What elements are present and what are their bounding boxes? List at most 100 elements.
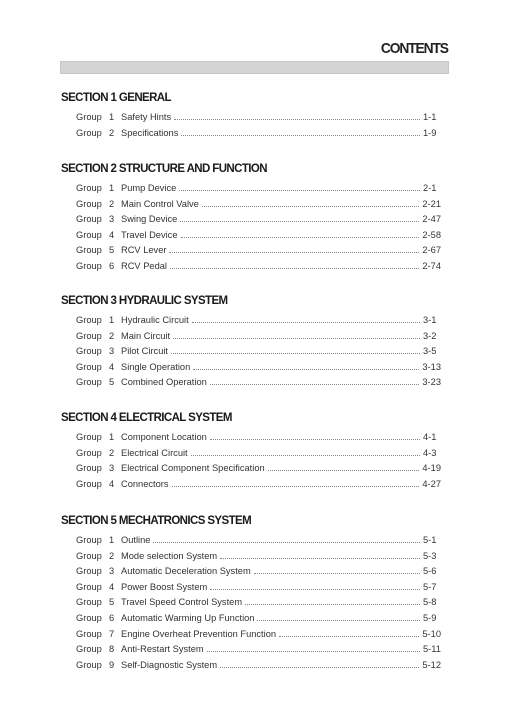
- group-number: 8: [109, 644, 115, 655]
- page-number: 2-74: [422, 260, 441, 271]
- toc-entry[interactable]: Group 6 RCV Pedal 2-74: [61, 259, 441, 275]
- page-number: 3-5: [423, 346, 437, 357]
- dot-leader: [206, 651, 420, 653]
- toc-entry[interactable]: Group 8 Anti-Restart System 5-11: [61, 642, 441, 658]
- group-number: 9: [109, 659, 115, 670]
- group-number: 4: [109, 478, 115, 489]
- group-word: Group: [76, 127, 102, 138]
- dot-leader: [171, 485, 420, 487]
- dot-leader: [257, 619, 420, 621]
- group-number: 3: [109, 463, 115, 474]
- toc-entry[interactable]: Group 4 Travel Device 2-58: [61, 228, 441, 244]
- toc-entry[interactable]: Group 2 Main Control Valve 2-21: [61, 197, 441, 213]
- entry-label: Self-Diagnostic System: [121, 659, 218, 670]
- group-number: 2: [109, 198, 115, 209]
- page-number: 5-6: [423, 566, 437, 577]
- dot-leader: [245, 604, 420, 606]
- toc-entry[interactable]: Group 1 Component Location 4-1: [61, 430, 441, 446]
- page-number: 5-7: [423, 581, 437, 592]
- entry-label: Travel Speed Control System: [121, 597, 243, 608]
- group-number: 4: [109, 581, 115, 592]
- toc-entry[interactable]: Group 9 Self-Diagnostic System 5-12: [61, 658, 441, 674]
- page-number: 3-2: [423, 330, 437, 341]
- toc-section: SECTION 4 ELECTRICAL SYSTEM Group 1 Compone…: [61, 411, 441, 492]
- section-title[interactable]: SECTION 5 MECHATRONICS SYSTEM: [61, 514, 441, 529]
- group-number: 2: [109, 447, 115, 458]
- dot-leader: [253, 573, 420, 575]
- group-word: Group: [76, 214, 102, 225]
- page-title: CONTENTS: [380, 40, 449, 57]
- group-word: Group: [76, 597, 102, 608]
- group-number: 1: [109, 112, 115, 122]
- section-title[interactable]: SECTION 1 GENERAL: [61, 91, 441, 106]
- group-number: 3: [109, 214, 115, 225]
- group-number: 4: [109, 229, 115, 240]
- toc-entry[interactable]: Group 3 Pilot Circuit 3-5: [61, 344, 441, 360]
- toc-section: SECTION 5 MECHATRONICS SYSTEM Group 1 Outli…: [61, 514, 441, 673]
- group-number: 2: [109, 127, 115, 138]
- toc-entry[interactable]: Group 3 Electrical Component Specification…: [61, 461, 441, 477]
- toc-entry[interactable]: Group 1 Hydraulic Circuit 3-1: [61, 313, 441, 329]
- entry-label: Engine Overheat Prevention Function: [121, 628, 277, 639]
- group-word: Group: [76, 432, 102, 442]
- group-word: Group: [76, 447, 102, 458]
- toc-entry[interactable]: Group 5 RCV Lever 2-67: [61, 243, 441, 259]
- section-title[interactable]: SECTION 3 HYDRAULIC SYSTEM: [61, 294, 441, 309]
- toc-entry[interactable]: Group 5 Combined Operation 3-23: [61, 375, 441, 391]
- dot-leader: [193, 368, 420, 370]
- dot-leader: [179, 190, 420, 191]
- page-number: 5-10: [422, 628, 441, 639]
- group-word: Group: [76, 566, 102, 577]
- group-word: Group: [76, 315, 102, 325]
- toc-entry[interactable]: Group 5 Travel Speed Control System 5-8: [61, 595, 441, 611]
- toc-section: SECTION 1 GENERAL Group 1 Safety Hints 1-1 Gr…: [61, 91, 441, 141]
- dot-leader: [180, 221, 420, 223]
- entry-label: Hydraulic Circuit: [121, 315, 189, 325]
- entry-label: Travel Device: [121, 229, 178, 240]
- toc-section: SECTION 3 HYDRAULIC SYSTEM Group 1 Hydrauli…: [61, 294, 441, 391]
- page-number: 4-19: [422, 463, 441, 474]
- page-number: 5-9: [423, 612, 437, 623]
- group-word: Group: [76, 535, 102, 545]
- entry-label: RCV Pedal: [121, 260, 167, 271]
- toc-entry[interactable]: Group 7 Engine Overheat Prevention Functio…: [61, 627, 441, 643]
- page-number: 3-13: [422, 361, 441, 372]
- dot-leader: [180, 236, 420, 238]
- group-number: 2: [109, 330, 115, 341]
- toc-entry[interactable]: Group 2 Main Circuit 3-2: [61, 329, 441, 345]
- entry-label: Outline: [121, 535, 151, 545]
- toc-entry[interactable]: Group 1 Outline 5-1: [61, 533, 441, 549]
- toc-entry[interactable]: Group 4 Power Boost System 5-7: [61, 580, 441, 596]
- entry-label: Anti-Restart System: [121, 644, 204, 655]
- group-number: 6: [109, 260, 115, 271]
- toc-entry[interactable]: Group 2 Mode selection System 5-3: [61, 549, 441, 565]
- toc-entry[interactable]: Group 4 Connectors 4-27: [61, 477, 441, 493]
- title-divider-bar: [60, 61, 449, 74]
- toc-entry[interactable]: Group 3 Swing Device 2-47: [61, 212, 441, 228]
- toc-entry[interactable]: Group 2 Electrical Circuit 4-3: [61, 446, 441, 462]
- group-word: Group: [76, 198, 102, 209]
- dot-leader: [173, 337, 420, 339]
- dot-leader: [169, 252, 420, 254]
- group-word: Group: [76, 612, 102, 623]
- entry-label: Mode selection System: [121, 550, 218, 561]
- entry-label: Automatic Warming Up Function: [121, 612, 255, 623]
- toc-entry[interactable]: Group 6 Automatic Warming Up Function 5-9: [61, 611, 441, 627]
- group-word: Group: [76, 659, 102, 670]
- toc-entry[interactable]: Group 3 Automatic Deceleration System 5-6: [61, 564, 441, 580]
- toc-entry[interactable]: Group 1 Safety Hints 1-1: [61, 110, 441, 126]
- entry-label: Combined Operation: [121, 377, 207, 388]
- page-number: 3-1: [423, 315, 437, 325]
- page-number: 2-47: [422, 214, 441, 225]
- section-title[interactable]: SECTION 2 STRUCTURE AND FUNCTION: [61, 162, 441, 177]
- toc-entry[interactable]: Group 4 Single Operation 3-13: [61, 360, 441, 376]
- dot-leader: [190, 454, 420, 456]
- page-number: 5-11: [423, 644, 441, 655]
- entry-label: Component Location: [121, 432, 207, 442]
- toc-entry[interactable]: Group 1 Pump Device 2-1: [61, 181, 441, 197]
- page-number: 5-1: [423, 535, 437, 545]
- section-title[interactable]: SECTION 4 ELECTRICAL SYSTEM: [61, 411, 441, 426]
- group-number: 3: [109, 566, 115, 577]
- entry-label: Pilot Circuit: [121, 346, 169, 357]
- toc-entry[interactable]: Group 2 Specifications 1-9: [61, 126, 441, 142]
